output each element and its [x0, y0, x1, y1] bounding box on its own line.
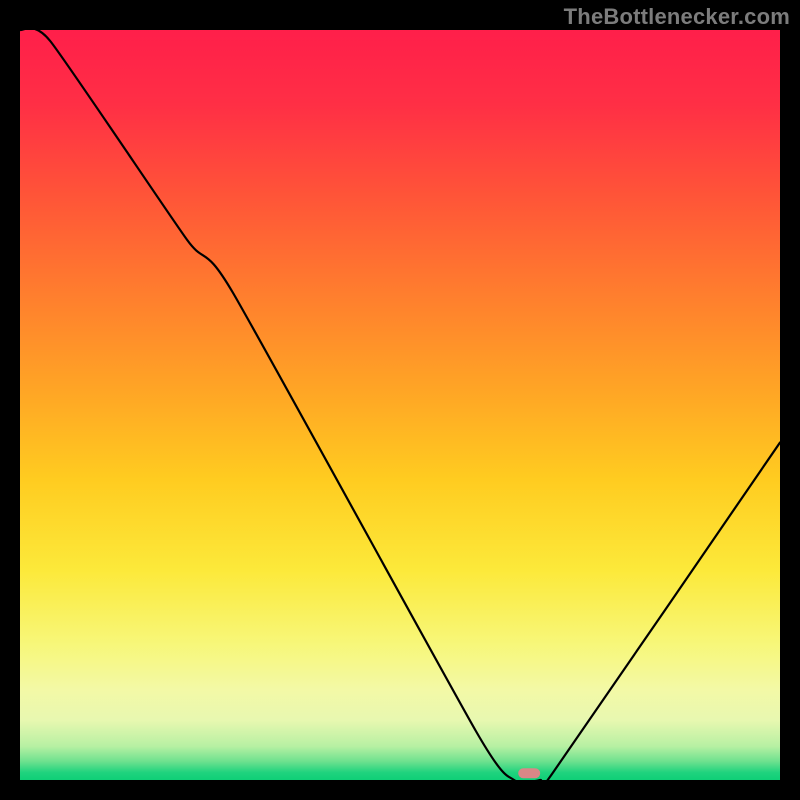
- gradient-background: [20, 30, 780, 780]
- attribution-text: TheBottlenecker.com: [564, 4, 790, 30]
- optimal-marker: [518, 768, 540, 778]
- bottleneck-chart: [20, 30, 780, 780]
- image-frame: TheBottlenecker.com: [0, 0, 800, 800]
- chart-svg: [20, 30, 780, 780]
